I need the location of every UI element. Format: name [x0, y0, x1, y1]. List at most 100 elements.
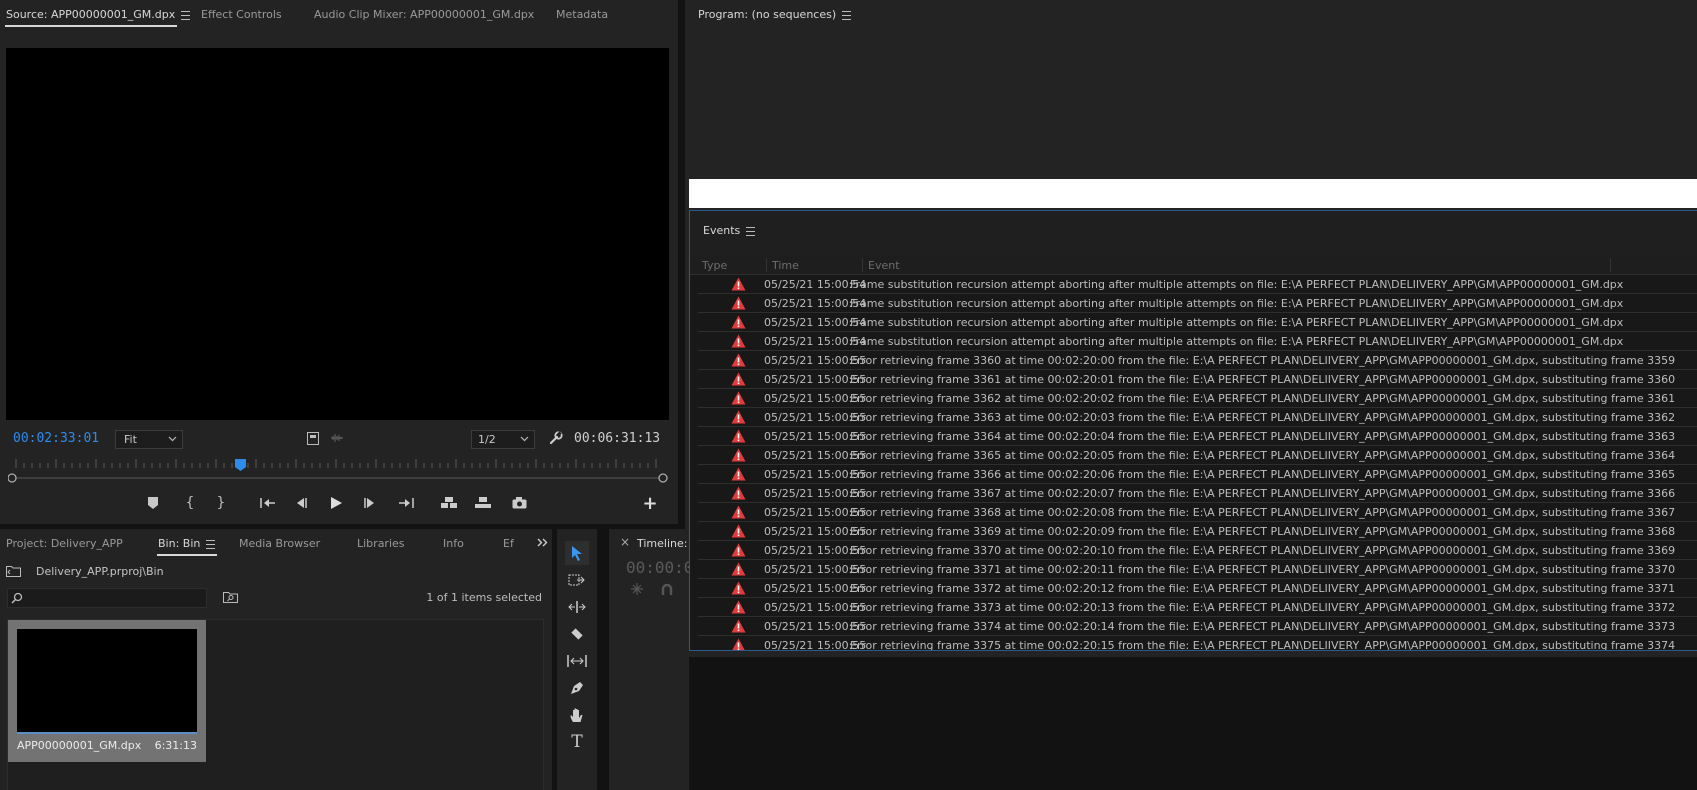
timeline-tab[interactable]: Timeline: ( [637, 537, 689, 550]
panel-menu-icon[interactable] [842, 10, 852, 20]
event-message: Error retrieving frame 3368 at time 00:0… [850, 506, 1676, 519]
event-message: Error retrieving frame 3373 at time 00:0… [850, 601, 1676, 614]
event-row[interactable]: 05/25/21 15:00:55 Error retrieving frame … [698, 503, 1697, 522]
tab-libraries[interactable]: Libraries [357, 537, 405, 550]
tab-bin[interactable]: Bin: Bin [158, 537, 216, 550]
add-button[interactable]: + [641, 493, 659, 514]
tab-program[interactable]: Program: (no sequences) [698, 8, 852, 21]
tab-bin-label: Bin: Bin [158, 537, 201, 550]
selection-tool[interactable] [565, 541, 589, 565]
source-monitor-panel: Source: APP00000001_GM.dpx Effect Contro… [0, 0, 678, 524]
nest-sequences-icon[interactable] [629, 581, 645, 597]
zoom-select[interactable]: Fit [115, 430, 183, 449]
tab-effects[interactable]: Ef [503, 537, 514, 550]
clip-thumbnail-card[interactable]: APP00000001_GM.dpx 6:31:13 [8, 620, 206, 762]
step-back-button[interactable] [292, 494, 310, 512]
error-icon [731, 486, 746, 500]
snap-magnet-icon[interactable] [659, 581, 675, 597]
more-tabs-icon[interactable] [535, 535, 549, 549]
selection-status: 1 of 1 items selected [426, 591, 542, 604]
track-select-tool[interactable] [565, 568, 589, 592]
event-row[interactable]: 05/25/21 15:00:55 Error retrieving frame … [698, 636, 1697, 650]
event-message: Error retrieving frame 3361 at time 00:0… [850, 373, 1676, 386]
event-row[interactable]: 05/25/21 15:00:55 Error retrieving frame … [698, 370, 1697, 389]
event-row[interactable]: 05/25/21 15:00:55 Error retrieving frame … [698, 522, 1697, 541]
play-button[interactable] [326, 493, 346, 513]
type-tool[interactable]: T [565, 730, 589, 754]
event-row[interactable]: 05/25/21 15:00:55 Error retrieving frame … [698, 598, 1697, 617]
current-timecode[interactable]: 00:02:33:01 [13, 431, 99, 446]
event-message: Error retrieving frame 3372 at time 00:0… [850, 582, 1676, 595]
error-icon [731, 619, 746, 633]
event-row[interactable]: 05/25/21 15:00:54 Frame substitution recu… [698, 275, 1697, 294]
event-row[interactable]: 05/25/21 15:00:55 Error retrieving frame … [698, 465, 1697, 484]
new-search-bin-icon[interactable] [222, 589, 238, 605]
tab-audio-clip-mixer[interactable]: Audio Clip Mixer: APP00000001_GM.dpx [314, 8, 534, 21]
hand-tool[interactable] [565, 703, 589, 727]
event-row[interactable]: 05/25/21 15:00:55 Error retrieving frame … [698, 351, 1697, 370]
event-message: Error retrieving frame 3366 at time 00:0… [850, 468, 1676, 481]
tab-media-browser[interactable]: Media Browser [239, 537, 320, 550]
safe-margins-icon[interactable] [305, 430, 321, 446]
panel-menu-icon[interactable] [206, 539, 216, 549]
event-message: Frame substitution recursion attempt abo… [850, 335, 1624, 348]
event-row[interactable]: 05/25/21 15:00:54 Frame substitution recu… [698, 313, 1697, 332]
bin-search-field[interactable] [7, 588, 207, 608]
event-row[interactable]: 05/25/21 15:00:55 Error retrieving frame … [698, 617, 1697, 636]
go-to-in-button[interactable] [258, 494, 278, 512]
overwrite-button[interactable] [472, 494, 494, 512]
event-row[interactable]: 05/25/21 15:00:55 Error retrieving frame … [698, 579, 1697, 598]
pen-tool[interactable] [565, 676, 589, 700]
settings-wrench-icon[interactable] [547, 429, 565, 447]
time-ruler[interactable] [8, 456, 668, 484]
tab-metadata[interactable]: Metadata [556, 8, 608, 21]
slip-tool[interactable] [565, 649, 589, 673]
event-row[interactable]: 05/25/21 15:00:55 Error retrieving frame … [698, 408, 1697, 427]
column-type[interactable]: Type [702, 259, 727, 272]
timeline-timecode[interactable]: 00:00:00 [626, 558, 689, 577]
zoom-value: Fit [124, 433, 137, 446]
event-row[interactable]: 05/25/21 15:00:55 Error retrieving frame … [698, 560, 1697, 579]
panel-menu-icon[interactable] [746, 226, 756, 236]
panel-menu-icon[interactable] [181, 10, 191, 20]
error-icon [731, 524, 746, 538]
tab-source[interactable]: Source: APP00000001_GM.dpx [6, 8, 191, 21]
event-row[interactable]: 05/25/21 15:00:54 Frame substitution recu… [698, 294, 1697, 313]
events-header-row: Type Time Event [690, 256, 1697, 275]
event-message: Error retrieving frame 3360 at time 00:0… [850, 354, 1676, 367]
column-time[interactable]: Time [772, 259, 799, 272]
active-tab-underline [157, 554, 217, 556]
playhead[interactable] [235, 459, 246, 471]
event-message: Error retrieving frame 3367 at time 00:0… [850, 487, 1676, 500]
event-row[interactable]: 05/25/21 15:00:55 Error retrieving frame … [698, 484, 1697, 503]
error-icon [731, 391, 746, 405]
tab-effect-controls[interactable]: Effect Controls [201, 8, 282, 21]
mark-in-button[interactable]: { [181, 494, 199, 512]
razor-tool[interactable] [565, 622, 589, 646]
error-icon [731, 315, 746, 329]
search-icon [11, 592, 23, 604]
column-event[interactable]: Event [868, 259, 900, 272]
tab-info[interactable]: Info [443, 537, 464, 550]
camera-icon[interactable] [509, 494, 529, 512]
step-forward-button[interactable] [361, 494, 379, 512]
ripple-edit-tool[interactable] [565, 595, 589, 619]
add-marker-button[interactable] [144, 494, 162, 512]
clip-name: APP00000001_GM.dpx [17, 739, 142, 752]
timeline-panel: × Timeline: ( 00:00:00 [609, 529, 689, 790]
mark-out-button[interactable]: } [212, 494, 230, 512]
source-video-viewer[interactable] [6, 48, 669, 420]
resolution-select[interactable]: 1/2 [471, 430, 535, 449]
event-row[interactable]: 05/25/21 15:00:54 Frame substitution recu… [698, 332, 1697, 351]
event-row[interactable]: 05/25/21 15:00:55 Error retrieving frame … [698, 541, 1697, 560]
event-row[interactable]: 05/25/21 15:00:55 Error retrieving frame … [698, 427, 1697, 446]
event-row[interactable]: 05/25/21 15:00:55 Error retrieving frame … [698, 389, 1697, 408]
event-row[interactable]: 05/25/21 15:00:55 Error retrieving frame … [698, 446, 1697, 465]
go-to-out-button[interactable] [396, 494, 416, 512]
insert-button[interactable] [438, 494, 460, 512]
resolution-value: 1/2 [478, 433, 496, 446]
event-message: Error retrieving frame 3362 at time 00:0… [850, 392, 1676, 405]
tab-project[interactable]: Project: Delivery_APP [6, 537, 123, 550]
timeline-close-icon[interactable]: × [620, 535, 630, 549]
audio-waveform-icon[interactable] [329, 430, 345, 446]
